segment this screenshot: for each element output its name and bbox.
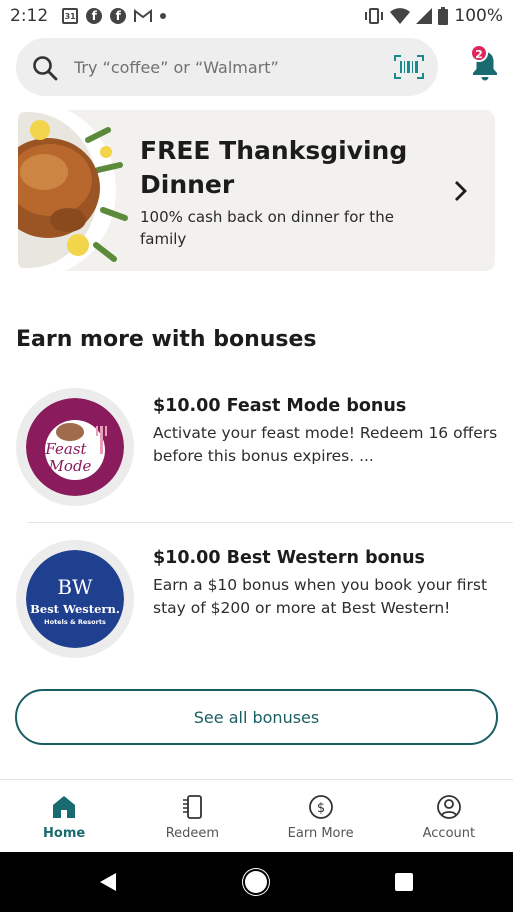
see-all-bonuses-button[interactable]: See all bonuses xyxy=(15,689,498,745)
bonus-logo-ring: Feast Mode xyxy=(16,388,134,506)
best-western-logo-name: Best Western. xyxy=(30,602,120,616)
nav-label: Home xyxy=(43,826,86,841)
section-title: Earn more with bonuses xyxy=(16,327,317,352)
home-icon xyxy=(53,796,76,818)
feast-mode-logo-line2: Mode xyxy=(48,457,92,475)
system-navigation-bar xyxy=(0,852,513,912)
calendar-icon: 31 xyxy=(62,8,79,24)
nav-item-home[interactable]: Home xyxy=(0,780,128,853)
person-circle-icon xyxy=(436,795,461,819)
best-western-logo-tagline: Hotels & Resorts xyxy=(44,618,106,626)
recents-square-icon[interactable] xyxy=(395,873,413,891)
home-circle-icon[interactable] xyxy=(245,871,267,893)
gmail-icon xyxy=(134,9,153,23)
bonus-title: $10.00 Best Western bonus xyxy=(153,548,425,568)
nav-label: Earn More xyxy=(287,826,354,841)
feast-mode-logo-line1: Feast xyxy=(44,440,87,458)
vibrate-icon xyxy=(364,7,384,25)
battery-percent: 100% xyxy=(454,6,503,26)
status-notification-icons: 31 f f xyxy=(62,8,167,24)
divider xyxy=(28,522,513,523)
facebook-icon: f xyxy=(86,8,103,24)
nav-item-earn-more[interactable]: $ Earn More xyxy=(257,780,385,853)
promo-subtitle: 100% cash back on dinner for the family xyxy=(140,208,394,248)
bonus-description: Earn a $10 bonus when you book your firs… xyxy=(153,576,488,617)
more-dot-icon xyxy=(160,13,167,19)
search-row xyxy=(16,38,497,96)
feast-mode-logo: Feast Mode xyxy=(26,398,124,496)
wifi-icon xyxy=(390,8,411,24)
status-system-icons: 100% xyxy=(364,0,503,32)
back-triangle-icon[interactable] xyxy=(97,871,119,893)
nav-label: Redeem xyxy=(165,826,220,841)
bottom-nav: Home Redeem $ Earn More Account xyxy=(0,779,513,852)
chevron-right-icon xyxy=(455,181,467,201)
nav-label: Account xyxy=(422,826,476,841)
bonus-item-best-western[interactable]: BW Best Western. Hotels & Resorts $10.00… xyxy=(0,540,513,670)
svg-text:$: $ xyxy=(316,801,324,816)
nav-item-account[interactable]: Account xyxy=(385,780,513,853)
dollar-circle-icon: $ xyxy=(308,795,333,819)
roast-turkey-image xyxy=(18,110,133,271)
search-icon xyxy=(33,56,58,81)
battery-icon xyxy=(438,7,449,25)
thanksgiving-promo-card[interactable]: FREE Thanksgiving Dinner 100% cash back … xyxy=(18,110,495,271)
bonus-description: Activate your feast mode! Redeem 16 offe… xyxy=(153,424,498,465)
receipt-phone-icon xyxy=(183,795,203,819)
promo-title: FREE Thanksgiving Dinner xyxy=(140,136,408,199)
signal-icon xyxy=(416,8,433,24)
best-western-logo-mark: BW xyxy=(57,575,93,599)
search-bar[interactable] xyxy=(16,38,438,96)
facebook-icon: f xyxy=(110,8,127,24)
barcode-scan-icon[interactable] xyxy=(394,55,424,79)
notification-badge: 2 xyxy=(470,44,488,62)
search-input[interactable] xyxy=(74,52,384,82)
bonus-title: $10.00 Feast Mode bonus xyxy=(153,396,407,416)
best-western-logo: BW Best Western. Hotels & Resorts xyxy=(26,550,124,648)
bonus-item-feast-mode[interactable]: Feast Mode $10.00 Feast Mode bonus Activ… xyxy=(0,388,513,518)
nav-item-redeem[interactable]: Redeem xyxy=(128,780,256,853)
status-time: 2:12 xyxy=(10,6,49,26)
status-bar: 2:12 31 f f 100% xyxy=(0,0,513,32)
bonus-logo-ring: BW Best Western. Hotels & Resorts xyxy=(16,540,134,658)
